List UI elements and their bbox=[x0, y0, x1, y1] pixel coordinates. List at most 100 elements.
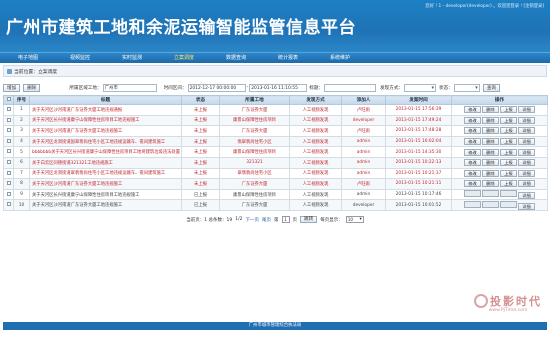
nav-item-realtime[interactable]: 实时监测 bbox=[106, 53, 158, 64]
nav-item-video[interactable]: 视频监控 bbox=[54, 53, 106, 64]
row-select-cell[interactable] bbox=[3, 104, 14, 116]
row-title[interactable]: 关于天河区沙河南道广东证券大厦工地违规通报 bbox=[29, 104, 182, 116]
edit-button[interactable]: 修改 bbox=[464, 138, 481, 146]
edit-button[interactable]: 修改 bbox=[464, 180, 481, 188]
table-row[interactable]: 7 关于天河区龙洞街道翠翡翡尚住宅小区工地违规运输车、夜间建筑施工 未上报 翠翡翡尚住… bbox=[3, 167, 548, 180]
row-title[interactable]: 关于天河区龙洞街道国翠翡尚住宅小区工地违规运输车、夜间建筑施工 bbox=[29, 135, 182, 148]
report-button[interactable]: 上报 bbox=[500, 116, 517, 124]
title-input[interactable] bbox=[324, 83, 377, 92]
pager-jump-button[interactable]: 跳转 bbox=[300, 216, 318, 224]
detail-button[interactable]: 详细 bbox=[518, 169, 535, 177]
nav-item-query[interactable]: 数据查询 bbox=[210, 53, 262, 64]
delete-button[interactable]: 删除 bbox=[23, 83, 41, 92]
table-row[interactable]: 1 关于天河区沙河南道广东证券大厦工地违规通报 未上报 广东证券大厦 人工视频发现 卢旺雨… bbox=[3, 104, 548, 116]
row-checkbox[interactable] bbox=[6, 138, 11, 143]
pager-last-link[interactable]: 尾页 bbox=[262, 217, 271, 223]
row-select-cell[interactable] bbox=[3, 167, 14, 180]
row-select-cell[interactable] bbox=[3, 199, 14, 211]
row-title[interactable]: 关于天河区沙河南道广东证券大厦工地违规施工 bbox=[29, 125, 182, 137]
row-title[interactable]: 关于天河区长兴街道康宁山保障性住房项目工地违规施工 bbox=[29, 114, 182, 127]
report-button[interactable]: 上报 bbox=[500, 148, 517, 156]
table-row[interactable]: 5 bbbbbbb关于天河区长兴街道康宁山保障性住房项目工地将建筑垃圾违法处置 未上… bbox=[3, 146, 548, 158]
row-time: 2013-01-15 10:01:52 bbox=[385, 199, 452, 211]
row-status: 未上报 bbox=[181, 178, 220, 190]
edit-button[interactable]: 修改 bbox=[464, 148, 481, 156]
report-button[interactable]: 上报 bbox=[500, 169, 517, 177]
report-button[interactable]: 上报 bbox=[500, 106, 517, 114]
row-select-cell[interactable] bbox=[3, 178, 14, 190]
row-checkbox[interactable] bbox=[6, 181, 11, 186]
table-row[interactable]: 4 关于天河区龙洞街道国翠翡尚住宅小区工地违规运输车、夜间建筑施工 未上报 翡翠翡尚住… bbox=[3, 135, 548, 148]
detail-button[interactable]: 详细 bbox=[518, 138, 535, 146]
pager-next-link[interactable]: 下一页 bbox=[246, 217, 260, 223]
row-select-cell[interactable] bbox=[3, 156, 14, 169]
table-row[interactable]: 6 关于白云区同德街道321321工地违规施工 未上报 321321 人工视频发现 adm… bbox=[3, 156, 548, 169]
row-select-cell[interactable] bbox=[3, 146, 14, 158]
report-button[interactable]: 上报 bbox=[500, 180, 517, 188]
select-all-header[interactable] bbox=[3, 95, 14, 105]
detail-button[interactable]: 详细 bbox=[518, 106, 535, 114]
row-checkbox[interactable] bbox=[6, 107, 11, 112]
add-button[interactable]: 增加 bbox=[3, 83, 21, 92]
detail-button[interactable]: 详细 bbox=[518, 116, 535, 124]
edit-button[interactable]: 修改 bbox=[464, 116, 481, 124]
report-button[interactable]: 上报 bbox=[500, 138, 517, 146]
table-row[interactable]: 9 关于天河区长兴街道康宁山保障性住房项目工地违规施工 已上报 康景山保障性住房项目人… bbox=[3, 188, 548, 201]
delete-row-button[interactable]: 删除 bbox=[482, 127, 499, 135]
row-title[interactable]: bbbbbbb关于天河区长兴街道康宁山保障性住房项目工地将建筑垃圾违法处置 bbox=[29, 146, 182, 158]
pager-goto-input[interactable]: 1 bbox=[281, 216, 290, 224]
pager-per-page-select[interactable]: 10 bbox=[345, 216, 364, 224]
detail-button[interactable]: 详细 bbox=[518, 148, 535, 156]
find-method-select[interactable] bbox=[404, 83, 437, 92]
select-all-checkbox[interactable] bbox=[6, 97, 11, 102]
query-button[interactable]: 查询 bbox=[482, 83, 501, 92]
row-checkbox[interactable] bbox=[6, 191, 11, 196]
site-input[interactable]: 广州市 bbox=[102, 83, 157, 92]
detail-button[interactable]: 详细 bbox=[518, 159, 535, 167]
table-row[interactable]: 3 关于天河区沙河南道广东证券大厦工地违规施工 未上报 广东证券大厦 人工视频发现 卢旺雨… bbox=[3, 125, 548, 137]
row-select-cell[interactable] bbox=[3, 188, 14, 201]
row-select-cell[interactable] bbox=[3, 125, 14, 137]
nav-item-dispatch[interactable]: 立案调度 bbox=[158, 53, 210, 64]
delete-row-button[interactable]: 删除 bbox=[482, 138, 499, 146]
time-start-input[interactable]: 2012-12-17 00:00:00 bbox=[187, 83, 246, 92]
time-end-input[interactable]: 2013-01-16 11:10:55 bbox=[249, 83, 308, 92]
table-row[interactable]: 10 关于天河区沙河南道广东证券大厦工地违规施工 已上报 广东证券大厦 人工视频发现 de… bbox=[3, 199, 548, 211]
row-checkbox[interactable] bbox=[6, 202, 11, 207]
delete-row-button[interactable]: 删除 bbox=[482, 148, 499, 156]
row-checkbox[interactable] bbox=[6, 117, 11, 122]
report-button[interactable]: 上报 bbox=[500, 127, 517, 135]
row-title[interactable]: 关于白云区同德街道321321工地违规施工 bbox=[29, 156, 182, 169]
delete-row-button[interactable]: 删除 bbox=[482, 180, 499, 188]
delete-row-button[interactable]: 删除 bbox=[482, 159, 499, 167]
row-checkbox[interactable] bbox=[6, 128, 11, 133]
row-checkbox[interactable] bbox=[6, 160, 11, 165]
delete-row-button[interactable]: 删除 bbox=[482, 106, 499, 114]
nav-item-system[interactable]: 系统维护 bbox=[314, 53, 366, 64]
detail-button[interactable]: 详细 bbox=[518, 180, 535, 188]
table-row[interactable]: 2 关于天河区长兴街道康宁山保障性住房项目工地违规施工 未上报 康景山保障性住房项目人… bbox=[3, 114, 548, 127]
delete-row-button[interactable]: 删除 bbox=[482, 169, 499, 177]
delete-row-button[interactable]: 删除 bbox=[482, 116, 499, 124]
detail-button[interactable]: 详细 bbox=[518, 127, 535, 135]
row-checkbox[interactable] bbox=[6, 149, 11, 154]
user-info[interactable]: 您好 ! 1 - developer(developer) 。欢迎您登录 ! [… bbox=[425, 3, 544, 9]
table-row[interactable]: 8 关于天河区沙河南道广东证券大厦工地违规施工 未上报 广东证券大厦 人工视频发现 卢旺雨… bbox=[3, 178, 548, 190]
status-select[interactable] bbox=[453, 83, 480, 92]
detail-button[interactable]: 详细 bbox=[518, 192, 535, 199]
nav-item-map[interactable]: 电子地图 bbox=[2, 53, 54, 64]
row-select-cell[interactable] bbox=[3, 114, 14, 127]
edit-button[interactable]: 修改 bbox=[464, 127, 481, 135]
row-title[interactable]: 关于天河区沙河南道广东证券大厦工地违规施工 bbox=[29, 178, 182, 190]
detail-button[interactable]: 详细 bbox=[518, 202, 535, 210]
edit-button[interactable]: 修改 bbox=[464, 106, 481, 114]
row-title[interactable]: 关于天河区龙洞街道翠翡翡尚住宅小区工地违规运输车、夜间建筑施工 bbox=[29, 167, 182, 180]
row-title[interactable]: 关于天河区沙河南道广东证券大厦工地违规施工 bbox=[29, 199, 182, 211]
row-select-cell[interactable] bbox=[3, 135, 14, 148]
edit-button[interactable]: 修改 bbox=[464, 159, 481, 167]
nav-item-reports[interactable]: 统计报表 bbox=[262, 53, 314, 64]
report-button[interactable]: 上报 bbox=[500, 159, 517, 167]
row-title[interactable]: 关于天河区长兴街道康宁山保障性住房项目工地违规施工 bbox=[29, 188, 182, 201]
edit-button[interactable]: 修改 bbox=[464, 169, 481, 177]
row-checkbox[interactable] bbox=[6, 170, 11, 175]
